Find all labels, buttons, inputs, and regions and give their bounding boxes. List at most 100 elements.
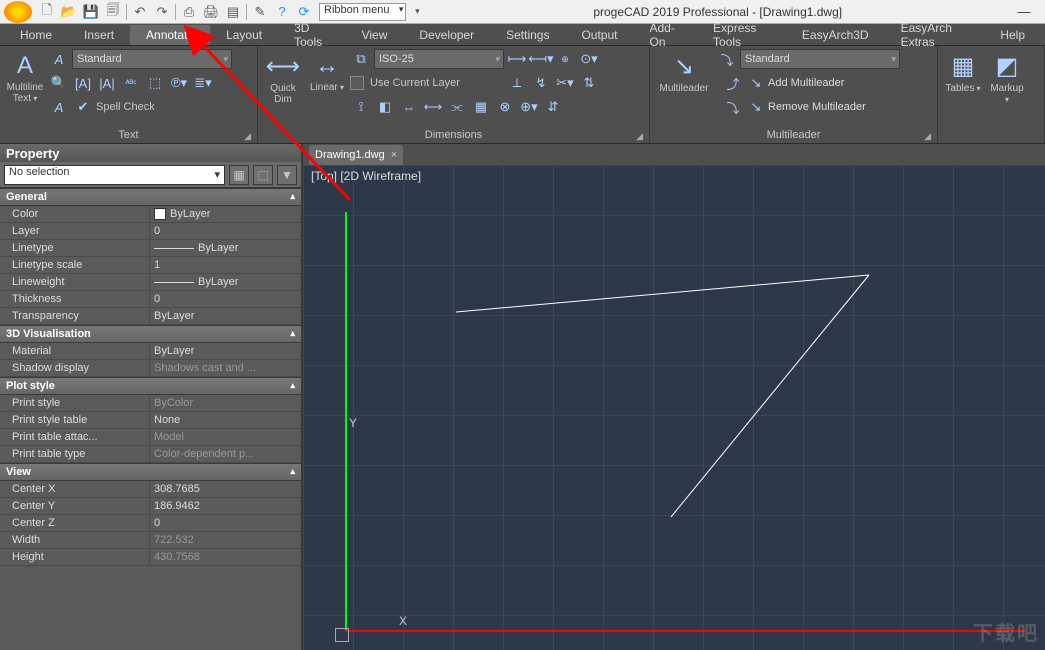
open-icon[interactable]: 📂 bbox=[59, 2, 79, 22]
markup-button[interactable]: ◩ Markup bbox=[986, 48, 1028, 109]
remove-multileader-button[interactable]: ⤵ ↘ Remove Multileader bbox=[716, 96, 900, 118]
property-value[interactable]: ByLayer bbox=[150, 274, 301, 290]
save-icon[interactable]: 💾 bbox=[81, 2, 101, 22]
d6-icon[interactable]: ▦ bbox=[470, 96, 492, 118]
d2-icon[interactable]: ◧ bbox=[374, 96, 396, 118]
abc-icon[interactable]: ᴬᴮᶜ bbox=[120, 72, 142, 94]
field-icon[interactable]: ⬚ bbox=[144, 72, 166, 94]
mleader-style-dropdown[interactable]: Standard bbox=[740, 49, 900, 69]
d7-icon[interactable]: ⊗ bbox=[494, 96, 516, 118]
property-value[interactable]: 1 bbox=[150, 257, 301, 273]
preview-icon[interactable]: ▤ bbox=[223, 2, 243, 22]
app-logo-icon[interactable] bbox=[4, 1, 32, 23]
find-icon[interactable]: 🔍 bbox=[48, 72, 70, 94]
menu-item-layout[interactable]: Layout bbox=[210, 25, 278, 45]
print-icon[interactable]: 🖨 bbox=[201, 2, 221, 22]
property-row[interactable]: Shadow displayShadows cast and ... bbox=[0, 360, 301, 377]
multileader-button[interactable]: ↘ Multileader bbox=[654, 48, 714, 98]
property-value[interactable]: 0 bbox=[150, 291, 301, 307]
property-value[interactable]: None bbox=[150, 412, 301, 428]
text-style-dropdown[interactable]: Standard bbox=[72, 49, 232, 69]
dim-continue-icon[interactable]: ⟼ bbox=[506, 48, 528, 70]
plot-icon[interactable]: ⎙ bbox=[179, 2, 199, 22]
linear-dim-button[interactable]: ↔ Linear bbox=[306, 48, 348, 97]
justify-icon[interactable]: |A| bbox=[96, 72, 118, 94]
property-value[interactable]: ByColor bbox=[150, 395, 301, 411]
dim-jog-icon[interactable]: ↯ bbox=[530, 72, 552, 94]
property-value[interactable]: ByLayer bbox=[150, 206, 301, 222]
property-row[interactable]: MaterialByLayer bbox=[0, 343, 301, 360]
menu-item-settings[interactable]: Settings bbox=[490, 25, 565, 45]
property-category[interactable]: 3D Visualisation▴ bbox=[0, 325, 301, 343]
property-value[interactable]: ByLayer bbox=[150, 240, 301, 256]
dim-center-icon[interactable]: ⊙▾ bbox=[578, 48, 600, 70]
property-row[interactable]: Print style tableNone bbox=[0, 412, 301, 429]
use-current-layer-checkbox[interactable] bbox=[350, 76, 364, 90]
property-value[interactable]: 308.7685 bbox=[150, 481, 301, 497]
property-value[interactable]: 0 bbox=[150, 223, 301, 239]
property-value[interactable]: ByLayer bbox=[150, 343, 301, 359]
property-row[interactable]: Print table typeColor-dependent p... bbox=[0, 446, 301, 463]
add-multileader-button[interactable]: ⤴ ↘ Add Multileader bbox=[716, 72, 900, 94]
menu-item-annotate[interactable]: Annotate bbox=[130, 25, 210, 45]
ml-collect-icon[interactable]: ⤵ bbox=[722, 96, 744, 118]
ribbon-menu-dropdown[interactable]: Ribbon menu bbox=[319, 3, 406, 21]
dim-style-dropdown[interactable]: ISO-25 bbox=[374, 49, 504, 69]
property-value[interactable]: 0 bbox=[150, 515, 301, 531]
pick-icon[interactable]: ⬚ bbox=[253, 165, 273, 185]
dim-space-icon[interactable]: ⇅ bbox=[578, 72, 600, 94]
property-row[interactable]: Layer0 bbox=[0, 223, 301, 240]
property-row[interactable]: Linetype scale1 bbox=[0, 257, 301, 274]
numbering-icon[interactable]: ≣▾ bbox=[192, 72, 214, 94]
property-value[interactable]: Shadows cast and ... bbox=[150, 360, 301, 376]
property-value[interactable]: 186.9462 bbox=[150, 498, 301, 514]
saveall-icon[interactable]: 🗐 bbox=[103, 2, 123, 22]
text-dialog-launcher[interactable]: ◢ bbox=[244, 128, 251, 144]
property-row[interactable]: Print table attac...Model bbox=[0, 429, 301, 446]
menu-item-view[interactable]: View bbox=[346, 25, 404, 45]
d5-icon[interactable]: ⫘ bbox=[446, 96, 468, 118]
property-row[interactable]: Center X308.7685 bbox=[0, 481, 301, 498]
menu-item-developer[interactable]: Developer bbox=[403, 25, 490, 45]
d4-icon[interactable]: ⟷ bbox=[422, 96, 444, 118]
property-row[interactable]: Print styleByColor bbox=[0, 395, 301, 412]
menu-item-home[interactable]: Home bbox=[4, 25, 68, 45]
file-tab[interactable]: Drawing1.dwg × bbox=[309, 145, 403, 165]
dim-break-icon[interactable]: ✂▾ bbox=[554, 72, 576, 94]
symbol-icon[interactable]: ℗▾ bbox=[168, 72, 190, 94]
spellcheck-button[interactable]: Spell Check bbox=[96, 101, 155, 113]
quick-select-icon[interactable]: ▦ bbox=[229, 165, 249, 185]
redo-icon[interactable]: ↷ bbox=[152, 2, 172, 22]
property-value[interactable]: 722.532 bbox=[150, 532, 301, 548]
qat-dropdown-icon[interactable]: ▾ bbox=[407, 2, 427, 22]
property-row[interactable]: Thickness0 bbox=[0, 291, 301, 308]
property-value[interactable]: 430.7568 bbox=[150, 549, 301, 565]
d8-icon[interactable]: ⊕▾ bbox=[518, 96, 540, 118]
property-row[interactable]: Height430.7568 bbox=[0, 549, 301, 566]
quick-dim-button[interactable]: ⟷ Quick Dim bbox=[262, 48, 304, 109]
property-row[interactable]: Linetype ByLayer bbox=[0, 240, 301, 257]
property-category[interactable]: Plot style▴ bbox=[0, 377, 301, 395]
property-value[interactable]: Color-dependent p... bbox=[150, 446, 301, 462]
new-icon[interactable]: 🗋 bbox=[37, 2, 57, 22]
ml-align-icon[interactable]: ⤴ bbox=[722, 72, 744, 94]
tables-button[interactable]: ▦ Tables bbox=[942, 48, 984, 98]
minimize-button[interactable]: — bbox=[1007, 1, 1041, 23]
d3-icon[interactable]: ⇔ bbox=[398, 96, 420, 118]
single-line-icon[interactable]: A bbox=[48, 96, 70, 118]
property-row[interactable]: Center Y186.9462 bbox=[0, 498, 301, 515]
d9-icon[interactable]: ⇵ bbox=[542, 96, 564, 118]
property-row[interactable]: TransparencyByLayer bbox=[0, 308, 301, 325]
multiline-text-button[interactable]: A Multiline Text bbox=[4, 48, 46, 108]
property-category[interactable]: General▴ bbox=[0, 188, 301, 206]
property-row[interactable]: Width722.532 bbox=[0, 532, 301, 549]
menu-item-output[interactable]: Output bbox=[565, 25, 633, 45]
drawing-canvas[interactable]: [Top] [2D Wireframe] Y X 下载吧 bbox=[303, 165, 1045, 650]
property-row[interactable]: Lineweight ByLayer bbox=[0, 274, 301, 291]
close-tab-icon[interactable]: × bbox=[391, 149, 397, 161]
d1-icon[interactable]: ⟟ bbox=[350, 96, 372, 118]
menu-item-easyarch3d[interactable]: EasyArch3D bbox=[786, 25, 885, 45]
dim-baseline-icon[interactable]: ⟻▾ bbox=[530, 48, 552, 70]
selection-dropdown[interactable]: No selection bbox=[4, 165, 225, 185]
dim-dialog-launcher[interactable]: ◢ bbox=[636, 128, 643, 144]
